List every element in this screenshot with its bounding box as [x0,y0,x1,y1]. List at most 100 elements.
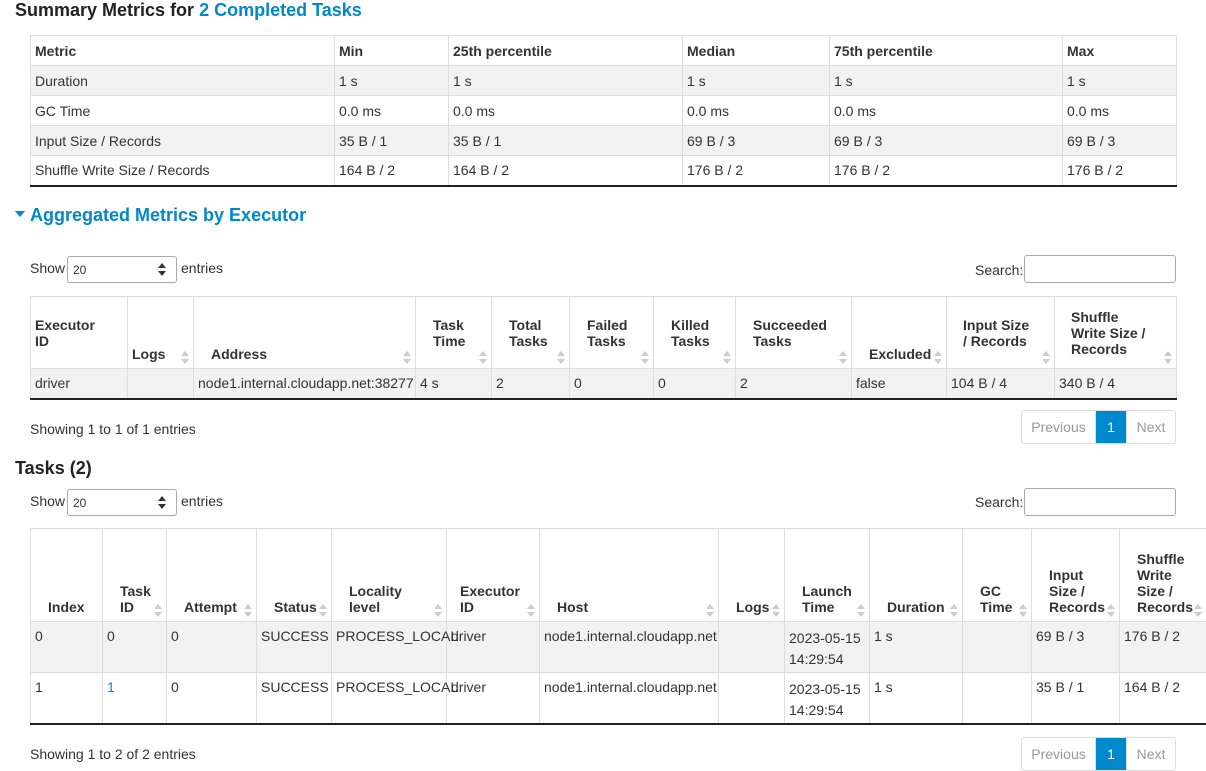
task-cell: 1 s [870,673,963,724]
task-header-locality[interactable]: Localitylevel [332,529,447,622]
executors-page-size-select[interactable]: 20 [67,256,177,283]
exec-header-address[interactable]: Address [194,297,416,369]
task-header-shuffle-write[interactable]: ShuffleWriteSize /Records [1120,529,1206,622]
header-line: Input [1049,567,1083,583]
sort-icon [950,604,958,617]
summary-cell: 1 s [683,66,830,96]
summary-header-median: Median [683,36,830,66]
exec-header-succeeded-tasks[interactable]: SucceededTasks [736,297,852,369]
sort-icon [1042,351,1050,364]
sort-icon [772,604,780,617]
tasks-title: Tasks (2) [15,458,92,479]
task-header-executor-id[interactable]: ExecutorID [447,529,540,622]
task-header-host[interactable]: Host [540,529,719,622]
header-line: level [349,599,380,615]
header-line: Records [1049,599,1105,615]
task-header-duration[interactable]: Duration [870,529,963,622]
header-line: Size / [1049,583,1085,599]
summary-title: Summary Metrics for 2 Completed Tasks [15,0,362,21]
exec-cell [128,369,194,399]
exec-header-failed-tasks[interactable]: FailedTasks [570,297,654,369]
summary-cell: 0.0 ms [830,96,1063,126]
task-cell: 69 B / 3 [1032,622,1120,673]
header-line: Tasks [753,333,792,349]
sort-icon [706,604,714,617]
sort-icon [154,604,162,617]
exec-header-killed-tasks[interactable]: KilledTasks [654,297,736,369]
executors-info: Showing 1 to 1 of 1 entries [30,421,196,437]
header-line: Killed [671,317,709,333]
page-size-value: 20 [73,496,86,510]
summary-header-p75: 75th percentile [830,36,1063,66]
exec-header-executor-id[interactable]: ExecutorID [31,297,128,369]
summary-cell: 176 B / 2 [683,156,830,186]
summary-cell: 164 B / 2 [335,156,449,186]
summary-header-metric: Metric [31,36,335,66]
task-cell: 1 s [870,622,963,673]
exec-header-shuffle-write[interactable]: ShuffleWrite Size /Records [1055,297,1177,369]
tasks-page-size-select[interactable]: 20 [67,489,177,516]
exec-header-logs[interactable]: Logs [128,297,194,369]
task-cell: 1 [103,673,167,724]
previous-button[interactable]: Previous [1022,411,1096,443]
exec-header-total-tasks[interactable]: TotalTasks [492,297,570,369]
task-header-gc-time[interactable]: GCTime [963,529,1032,622]
summary-cell: Input Size / Records [31,126,335,156]
sort-icon [319,604,327,617]
header-line: Shuffle [1071,309,1118,325]
exec-cell: 0 [654,369,736,399]
task-header-index[interactable]: Index [31,529,103,622]
page-1-button[interactable]: 1 [1096,411,1126,443]
header-line: Duration [887,599,945,615]
task-cell: driver [447,673,540,724]
header-line: Tasks [509,333,548,349]
table-row: 1 1 0 SUCCESS PROCESS_LOCAL driver node1… [31,673,1206,724]
next-button[interactable]: Next [1126,738,1175,770]
tasks-search-input[interactable] [1024,488,1176,516]
task-cell [963,622,1032,673]
exec-header-excluded[interactable]: Excluded [852,297,947,369]
summary-cell: 176 B / 2 [830,156,1063,186]
task-header-status[interactable]: Status [257,529,332,622]
task-cell: 1 [31,673,103,724]
previous-button[interactable]: Previous [1022,738,1096,770]
task-cell: 0 [31,622,103,673]
aggregated-metrics-toggle[interactable]: Aggregated Metrics by Executor [15,205,306,226]
summary-cell: 69 B / 3 [1063,126,1177,156]
task-cell: 35 B / 1 [1032,673,1120,724]
exec-header-task-time[interactable]: TaskTime [416,297,492,369]
next-button[interactable]: Next [1126,411,1175,443]
caret-down-icon [15,211,25,217]
header-line: Input Size [963,317,1029,333]
header-line: Task [120,583,151,599]
task-cell: PROCESS_LOCAL [332,673,447,724]
header-line: Launch [802,583,852,599]
task-header-attempt[interactable]: Attempt [167,529,257,622]
sort-icon [839,351,847,364]
page-1-button[interactable]: 1 [1096,738,1126,770]
task-header-launch-time[interactable]: LaunchTime [785,529,870,622]
executors-search-input[interactable] [1024,255,1176,283]
tasks-pagination: Previous 1 Next [1021,737,1176,771]
summary-header-min: Min [335,36,449,66]
summary-cell: Shuffle Write Size / Records [31,156,335,186]
summary-cell: 1 s [449,66,683,96]
sort-icon [479,351,487,364]
table-row: GC Time 0.0 ms 0.0 ms 0.0 ms 0.0 ms 0.0 … [31,96,1177,126]
completed-tasks-link[interactable]: 2 Completed Tasks [199,0,362,20]
task-header-task-id[interactable]: TaskID [103,529,167,622]
task-header-logs[interactable]: Logs [719,529,785,622]
sort-icon [557,351,565,364]
sort-icon [934,351,942,364]
summary-cell: 0.0 ms [449,96,683,126]
task-header-input-size[interactable]: InputSize /Records [1032,529,1120,622]
sort-icon [723,351,731,364]
exec-header-input-size[interactable]: Input Size/ Records [947,297,1055,369]
table-row: Shuffle Write Size / Records 164 B / 2 1… [31,156,1177,186]
header-line: Total [509,317,541,333]
header-line: Failed [587,317,627,333]
exec-cell: 4 s [416,369,492,399]
exec-cell: 0 [570,369,654,399]
aggregated-metrics-title: Aggregated Metrics by Executor [30,205,306,225]
table-row: Input Size / Records 35 B / 1 35 B / 1 6… [31,126,1177,156]
